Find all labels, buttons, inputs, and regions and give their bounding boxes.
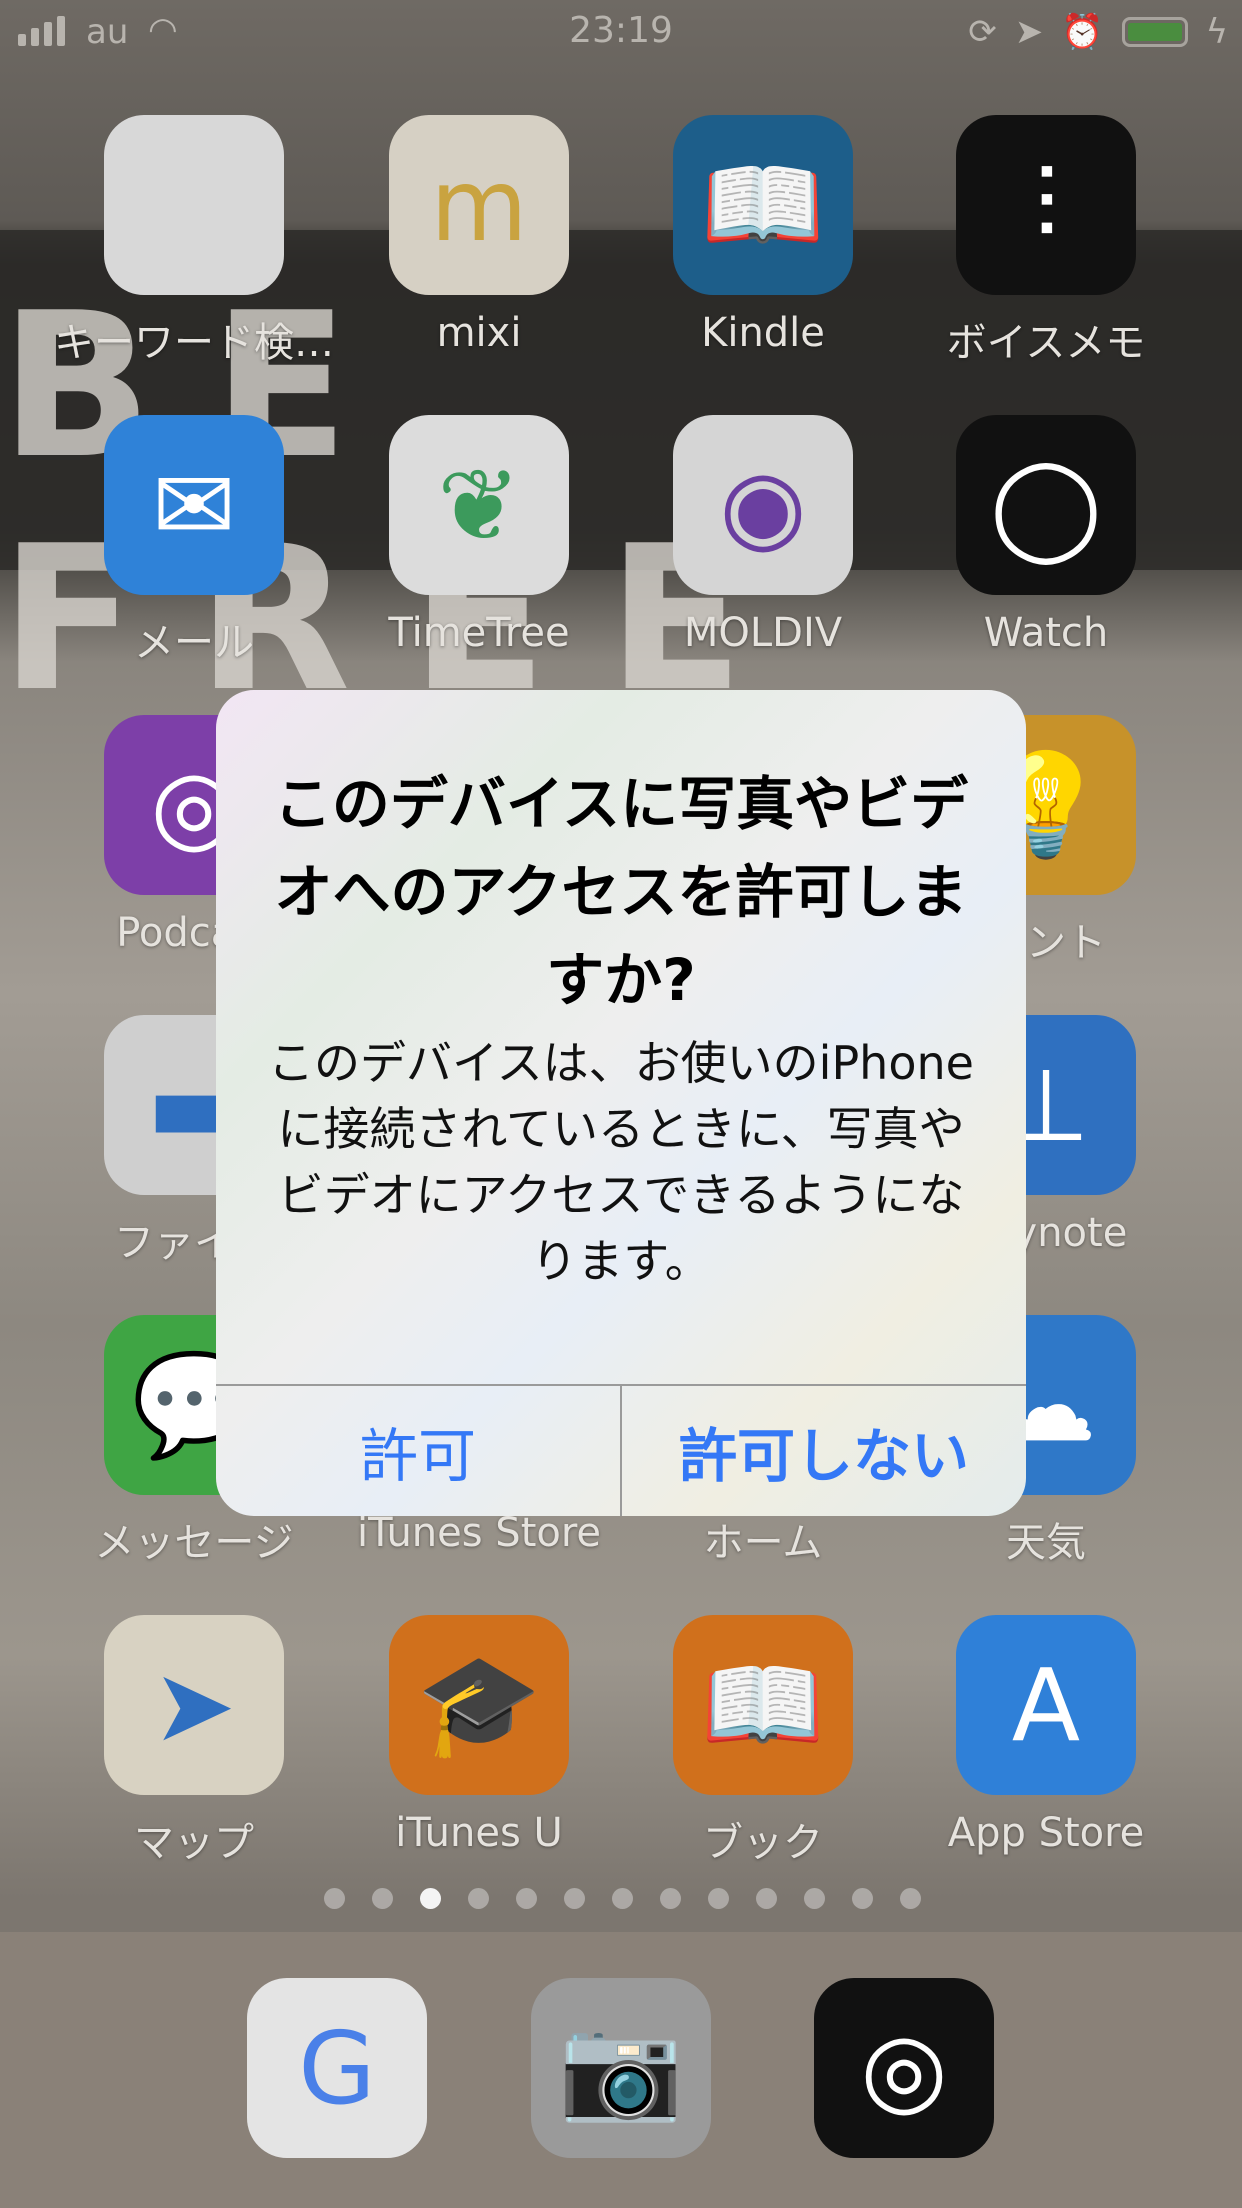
app-label: キーワード検… <box>54 320 334 366</box>
app-label: ホーム <box>703 1520 823 1566</box>
app-icon[interactable]: ✉ <box>104 415 284 595</box>
app-label: 天気 <box>1006 1520 1086 1566</box>
photo-access-alert: このデバイスに写真やビデオへのアクセスを許可しますか? このデバイスは、お使いの… <box>216 690 1026 1516</box>
alert-title: このデバイスに写真やビデオへのアクセスを許可しますか? <box>273 770 969 1014</box>
charging-icon: ϟ <box>1205 12 1228 52</box>
app-label: Watch <box>983 610 1109 656</box>
app-glyph-icon: ➤ <box>152 1646 236 1764</box>
page-dot[interactable] <box>516 1888 537 1909</box>
app-icon[interactable]: ⫶ <box>956 115 1136 295</box>
app-icon[interactable]: A <box>956 1615 1136 1795</box>
status-bar: au ◠ 23:19 ⟳ ➤ ⏰ ϟ <box>0 0 1242 60</box>
app-label: ボイスメモ <box>946 320 1146 366</box>
app-glyph-icon: ❦ <box>437 446 521 564</box>
app-label: mixi <box>436 310 522 356</box>
app-icon[interactable] <box>104 115 284 295</box>
page-dot[interactable] <box>660 1888 681 1909</box>
camera-icon: 📷 <box>558 2009 684 2126</box>
app-icon[interactable]: ◉ <box>673 415 853 595</box>
app-icon[interactable]: 📖 <box>673 1615 853 1795</box>
page-dot[interactable] <box>804 1888 825 1909</box>
app-label: マップ <box>134 1820 254 1866</box>
page-dot[interactable] <box>900 1888 921 1909</box>
app-glyph-icon: ✉ <box>152 446 236 564</box>
dock: G 📷 ◎ <box>0 1932 1242 2208</box>
app-label: メッセージ <box>94 1520 294 1566</box>
app-icon[interactable]: 📖 <box>673 115 853 295</box>
google-icon: G <box>298 2009 376 2127</box>
page-dot[interactable] <box>756 1888 777 1909</box>
app-glyph-icon: ◉ <box>719 446 807 564</box>
app-label: iTunes Store <box>356 1510 602 1556</box>
alert-message: このデバイスは、お使いのiPhoneに接続されているときに、写真やビデオにアクセ… <box>268 1036 974 1288</box>
app-icon[interactable]: ◯ <box>956 415 1136 595</box>
page-dot[interactable] <box>708 1888 729 1909</box>
app-icon[interactable]: m <box>389 115 569 295</box>
app-glyph-icon: 📖 <box>700 146 826 263</box>
app-icon[interactable]: ❦ <box>389 415 569 595</box>
app-glyph-icon: 📖 <box>700 1646 826 1763</box>
page-indicator[interactable] <box>324 1888 921 1909</box>
app-glyph-icon <box>104 115 284 295</box>
app-label: TimeTree <box>388 610 570 656</box>
app-label: MOLDIV <box>683 610 843 656</box>
allow-button[interactable]: 許可 <box>216 1386 620 1516</box>
app-glyph-icon: m <box>430 146 528 264</box>
app-glyph-icon: ◯ <box>990 446 1102 564</box>
rotation-lock-icon: ⟳ <box>968 12 997 52</box>
app-glyph-icon: A <box>1011 1646 1081 1764</box>
app-icon[interactable]: 🎓 <box>389 1615 569 1795</box>
dock-icon-camera[interactable]: 📷 <box>531 1978 711 2158</box>
app-label: ブック <box>703 1820 823 1866</box>
app-label: Kindle <box>701 310 825 356</box>
app-glyph-icon: 🎓 <box>416 1646 542 1763</box>
location-icon: ➤ <box>1014 12 1044 52</box>
app-label: App Store <box>947 1810 1145 1856</box>
page-dot[interactable] <box>420 1888 441 1909</box>
app-label: iTunes U <box>395 1810 563 1856</box>
battery-icon <box>1121 17 1188 47</box>
deny-button[interactable]: 許可しない <box>622 1386 1026 1516</box>
dock-icon-google[interactable]: G <box>247 1978 427 2158</box>
page-dot[interactable] <box>468 1888 489 1909</box>
dock-icon-camera-app[interactable]: ◎ <box>814 1978 994 2158</box>
camera-app-icon: ◎ <box>860 2009 948 2127</box>
page-dot[interactable] <box>852 1888 873 1909</box>
app-icon[interactable]: ➤ <box>104 1615 284 1795</box>
alarm-icon: ⏰ <box>1061 12 1104 52</box>
page-dot[interactable] <box>612 1888 633 1909</box>
app-glyph-icon: ⫶ <box>1033 146 1059 263</box>
page-dot[interactable] <box>324 1888 345 1909</box>
app-label: メール <box>134 620 254 666</box>
page-dot[interactable] <box>372 1888 393 1909</box>
page-dot[interactable] <box>564 1888 585 1909</box>
